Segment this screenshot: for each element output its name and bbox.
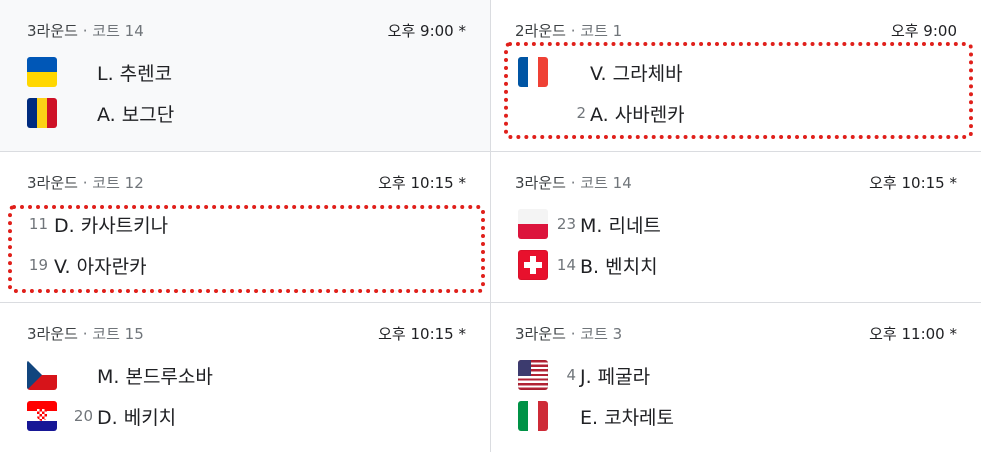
- player-row: 11 D. 카사트키나: [14, 209, 168, 239]
- player-row: 14 B. 벤치치: [518, 250, 658, 280]
- match-meta: 3라운드 · 코트 15: [27, 325, 144, 343]
- match-card[interactable]: 3라운드 · 코트 12 오후 10:15 * 11 D. 카사트키나 19 V…: [0, 152, 490, 302]
- player-name: V. 그라체바: [590, 62, 683, 85]
- player-seed: 20: [73, 407, 93, 425]
- player-seed: 14: [556, 256, 576, 274]
- player-row: 2 A. 사바렌카: [518, 98, 685, 128]
- player-name: A. 보그단: [97, 103, 175, 126]
- player-seed: 2: [576, 104, 586, 122]
- player-row: L. 추렌코: [27, 57, 172, 87]
- player-row: 20 D. 베키치: [27, 401, 176, 431]
- player-name: M. 본드루소바: [97, 365, 213, 388]
- court-label: 코트 12: [92, 174, 144, 192]
- player-row: A. 보그단: [27, 98, 174, 128]
- player-row: M. 본드루소바: [27, 360, 213, 390]
- player-row: E. 코차레토: [518, 401, 674, 431]
- player-name: M. 리네트: [580, 214, 661, 237]
- match-card[interactable]: 3라운드 · 코트 14 오후 10:15 * 23 M. 리네트 14 B. …: [491, 152, 981, 302]
- match-card[interactable]: 3라운드 · 코트 15 오후 10:15 * M. 본드루소바 20 D. 베…: [0, 303, 490, 452]
- court-label: 코트 15: [92, 325, 144, 343]
- match-meta: 2라운드 · 코트 1: [515, 22, 623, 40]
- court-label: 코트 1: [580, 22, 623, 40]
- player-name: L. 추렌코: [97, 62, 173, 85]
- player-row: 23 M. 리네트: [518, 209, 661, 239]
- match-meta: 3라운드 · 코트 14: [515, 174, 632, 192]
- player-seed: 4: [566, 366, 576, 384]
- player-seed: 19: [28, 256, 48, 274]
- usa-flag-icon: [518, 360, 548, 390]
- match-card[interactable]: 3라운드 · 코트 3 오후 11:00 * 4 J. 페굴라 E. 코차레토: [491, 303, 981, 452]
- italy-flag-icon: [518, 401, 548, 431]
- player-name: B. 벤치치: [580, 255, 658, 278]
- france-flag-icon: [518, 57, 548, 87]
- romania-flag-icon: [27, 98, 57, 128]
- player-name: A. 사바렌카: [590, 103, 685, 126]
- czech-flag-icon: [27, 360, 57, 390]
- match-meta: 3라운드 · 코트 3: [515, 325, 623, 343]
- player-name: D. 카사트키나: [54, 214, 169, 237]
- player-seed: 23: [556, 215, 576, 233]
- match-card[interactable]: 2라운드 · 코트 1 오후 9:00 V. 그라체바 2 A. 사바렌카: [491, 0, 981, 151]
- row-divider: [0, 302, 981, 303]
- match-time: 오후 10:15 *: [869, 174, 957, 192]
- match-card[interactable]: 3라운드 · 코트 14 오후 9:00 * L. 추렌코 A. 보그단: [0, 0, 490, 151]
- column-divider: [490, 0, 491, 452]
- player-row: V. 그라체바: [518, 57, 683, 87]
- switzerland-flag-icon: [518, 250, 548, 280]
- row-divider: [0, 151, 981, 152]
- match-time: 오후 9:00 *: [387, 22, 466, 40]
- court-label: 코트 14: [580, 174, 632, 192]
- poland-flag-icon: [518, 209, 548, 239]
- ukraine-flag-icon: [27, 57, 57, 87]
- match-time: 오후 10:15 *: [378, 174, 466, 192]
- player-name: J. 페굴라: [580, 365, 651, 388]
- player-seed: 11: [28, 215, 48, 233]
- player-name: E. 코차레토: [580, 406, 675, 429]
- empty-flag-slot: [518, 98, 548, 128]
- player-name: D. 베키치: [97, 406, 177, 429]
- player-name: V. 아자란카: [54, 255, 147, 278]
- croatia-flag-icon: [27, 401, 57, 431]
- court-label: 코트 3: [580, 325, 623, 343]
- player-row: 4 J. 페굴라: [518, 360, 650, 390]
- match-meta: 3라운드 · 코트 14: [27, 22, 144, 40]
- match-grid: 3라운드 · 코트 14 오후 9:00 * L. 추렌코 A. 보그단 2라운…: [0, 0, 981, 452]
- match-meta: 3라운드 · 코트 12: [27, 174, 144, 192]
- match-time: 오후 10:15 *: [378, 325, 466, 343]
- court-label: 코트 14: [92, 22, 144, 40]
- player-row: 19 V. 아자란카: [14, 250, 147, 280]
- match-time: 오후 11:00 *: [869, 325, 957, 343]
- match-time: 오후 9:00: [890, 22, 957, 40]
